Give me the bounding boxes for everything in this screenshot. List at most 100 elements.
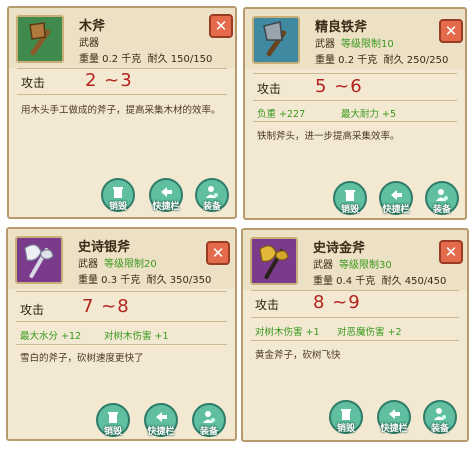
divider bbox=[253, 100, 457, 101]
arrow-icon bbox=[389, 409, 400, 419]
divider bbox=[251, 340, 459, 341]
arrow-icon bbox=[391, 190, 402, 200]
divider bbox=[16, 344, 227, 345]
equip-button[interactable]: 装备 bbox=[195, 178, 229, 212]
arrow-icon bbox=[161, 187, 172, 197]
item-card-wooden-axe: 木斧 武器 重量 0.2 千克 耐久 150/150 ✕ 攻击 2 ~3 用木头… bbox=[7, 6, 237, 219]
destroy-label: 销毁 bbox=[103, 427, 122, 437]
item-name: 史诗金斧 bbox=[313, 241, 366, 256]
close-button[interactable]: ✕ bbox=[439, 19, 463, 43]
level-requirement: 等级限制10 bbox=[341, 39, 394, 50]
item-weight: 重量 0.4 千克 bbox=[313, 276, 376, 287]
person-gear-icon bbox=[434, 408, 446, 420]
trash-icon bbox=[113, 187, 123, 198]
trash-icon bbox=[345, 190, 355, 201]
divider bbox=[16, 291, 227, 292]
item-description: 铁制斧头，进一步提高采集效率。 bbox=[257, 131, 400, 142]
quickbar-label: 快捷栏 bbox=[152, 202, 180, 212]
attack-label: 攻击 bbox=[257, 82, 282, 96]
bonus-stat: 最大耐力 +5 bbox=[341, 109, 397, 120]
item-name: 史诗银斧 bbox=[78, 240, 131, 255]
level-requirement: 等级限制20 bbox=[104, 259, 157, 270]
item-description: 黄金斧子，砍树飞快 bbox=[255, 350, 341, 361]
divider bbox=[253, 73, 457, 74]
bonus-stat: 对树木伤害 +1 bbox=[104, 331, 169, 342]
divider bbox=[16, 321, 227, 322]
item-name: 精良铁斧 bbox=[315, 20, 368, 35]
golden-axe-icon bbox=[259, 245, 289, 279]
bonus-stat: 最大水分 +12 bbox=[20, 331, 82, 342]
item-thumbnail bbox=[16, 15, 64, 63]
equip-button[interactable]: 装备 bbox=[423, 400, 457, 434]
item-durability: 耐久 250/250 bbox=[383, 55, 449, 66]
item-category: 武器 bbox=[315, 39, 335, 50]
quickbar-label: 快捷栏 bbox=[380, 424, 408, 434]
destroy-label: 销毁 bbox=[108, 202, 127, 212]
destroy-button[interactable]: 销毁 bbox=[101, 178, 135, 212]
equip-button[interactable]: 装备 bbox=[425, 181, 459, 215]
bonus-stat: 负重 +227 bbox=[257, 109, 306, 120]
divider bbox=[253, 121, 457, 122]
trash-icon bbox=[108, 412, 118, 423]
close-button[interactable]: ✕ bbox=[209, 14, 233, 38]
item-stats: 重量 0.3 千克 耐久 350/350 bbox=[78, 271, 211, 286]
quickbar-button[interactable]: 快捷栏 bbox=[377, 400, 411, 434]
divider bbox=[251, 290, 459, 291]
attack-value: 5 ~6 bbox=[315, 76, 363, 97]
item-card-golden-axe: 史诗金斧 武器 等级限制30 重量 0.4 千克 耐久 450/450 ✕ 攻击… bbox=[241, 228, 469, 442]
equip-label: 装备 bbox=[199, 427, 218, 437]
item-stats: 重量 0.2 千克 耐久 150/150 bbox=[79, 50, 212, 65]
bonus-stat: 对恶魔伤害 +2 bbox=[337, 327, 402, 338]
item-category: 武器 bbox=[78, 259, 98, 270]
item-description: 用木头手工做成的斧子，提高采集木材的效率。 bbox=[21, 105, 221, 116]
bonus-stat: 对树木伤害 +1 bbox=[255, 327, 320, 338]
person-gear-icon bbox=[203, 411, 215, 423]
trash-icon bbox=[341, 409, 351, 420]
item-weight: 重量 0.2 千克 bbox=[315, 55, 378, 66]
destroy-button[interactable]: 销毁 bbox=[329, 400, 363, 434]
item-thumbnail bbox=[250, 237, 298, 285]
item-description: 雪白的斧子，砍树速度更快了 bbox=[20, 353, 144, 364]
item-weight: 重量 0.2 千克 bbox=[79, 54, 142, 65]
attack-value: 8 ~9 bbox=[313, 292, 361, 313]
arrow-icon bbox=[156, 412, 167, 422]
person-gear-icon bbox=[206, 186, 218, 198]
item-durability: 耐久 450/450 bbox=[381, 276, 447, 287]
item-stats: 重量 0.2 千克 耐久 250/250 bbox=[315, 51, 448, 66]
iron-axe-icon bbox=[263, 21, 287, 57]
divider bbox=[17, 68, 227, 69]
quickbar-label: 快捷栏 bbox=[382, 205, 410, 215]
quickbar-button[interactable]: 快捷栏 bbox=[144, 403, 178, 437]
attack-label: 攻击 bbox=[21, 76, 46, 90]
level-requirement: 等级限制30 bbox=[339, 260, 392, 271]
quickbar-label: 快捷栏 bbox=[147, 427, 175, 437]
destroy-label: 销毁 bbox=[336, 424, 355, 434]
item-weight: 重量 0.3 千克 bbox=[78, 275, 141, 286]
item-durability: 耐久 350/350 bbox=[146, 275, 212, 286]
destroy-label: 销毁 bbox=[340, 205, 359, 215]
quickbar-button[interactable]: 快捷栏 bbox=[379, 181, 413, 215]
person-gear-icon bbox=[436, 189, 448, 201]
attack-label: 攻击 bbox=[20, 303, 45, 317]
attack-value: 2 ~3 bbox=[85, 70, 133, 91]
item-card-iron-axe: 精良铁斧 武器 等级限制10 重量 0.2 千克 耐久 250/250 ✕ 攻击… bbox=[243, 7, 467, 220]
silver-axe-icon bbox=[24, 244, 54, 278]
quickbar-button[interactable]: 快捷栏 bbox=[149, 178, 183, 212]
destroy-button[interactable]: 销毁 bbox=[96, 403, 130, 437]
item-thumbnail bbox=[15, 236, 63, 284]
close-button[interactable]: ✕ bbox=[206, 241, 230, 265]
attack-label: 攻击 bbox=[255, 298, 280, 312]
equip-label: 装备 bbox=[430, 424, 449, 434]
divider bbox=[251, 317, 459, 318]
item-thumbnail bbox=[252, 16, 300, 64]
equip-button[interactable]: 装备 bbox=[192, 403, 226, 437]
attack-value: 7 ~8 bbox=[82, 296, 130, 317]
destroy-button[interactable]: 销毁 bbox=[333, 181, 367, 215]
close-button[interactable]: ✕ bbox=[439, 240, 463, 264]
item-stats: 重量 0.4 千克 耐久 450/450 bbox=[313, 272, 446, 287]
wooden-axe-icon bbox=[29, 22, 51, 56]
item-card-silver-axe: 史诗银斧 武器 等级限制20 重量 0.3 千克 耐久 350/350 ✕ 攻击… bbox=[6, 227, 237, 441]
divider bbox=[17, 94, 227, 95]
item-category: 武器 bbox=[313, 260, 333, 271]
equip-label: 装备 bbox=[432, 205, 451, 215]
